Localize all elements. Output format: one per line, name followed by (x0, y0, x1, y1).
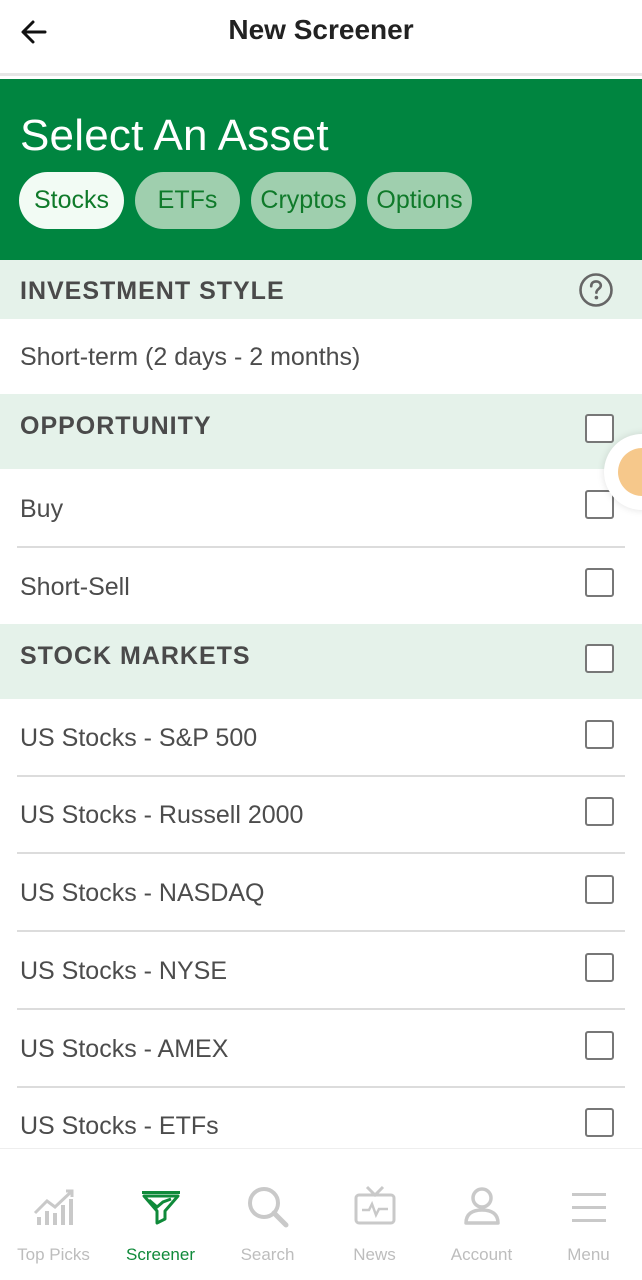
user-icon (463, 1187, 500, 1225)
question-circle-icon[interactable] (578, 272, 614, 308)
list-item[interactable]: US Stocks - Russell 2000 (0, 777, 642, 853)
list-item-label: US Stocks - NASDAQ (20, 879, 265, 907)
top-app-bar: New Screener (0, 0, 642, 76)
asset-selector-title: Select An Asset (20, 111, 329, 160)
nav-top-picks[interactable]: Top Picks (0, 1149, 107, 1280)
screener-funnel-icon (141, 1191, 180, 1225)
amex-checkbox[interactable] (585, 1031, 614, 1060)
list-item[interactable]: US Stocks - AMEX (0, 1010, 642, 1086)
opportunity-header: OPPORTUNITY (0, 394, 642, 469)
list-item-label: US Stocks - Russell 2000 (20, 801, 304, 829)
stock-markets-header: STOCK MARKETS (0, 624, 642, 699)
page-title: New Screener (228, 14, 414, 45)
list-item[interactable]: US Stocks - ETFs (0, 1088, 642, 1148)
nav-label: Top Picks (17, 1245, 90, 1264)
russell2000-checkbox[interactable] (585, 797, 614, 826)
tab-options[interactable]: Options (367, 172, 472, 229)
tab-stocks[interactable]: Stocks (19, 172, 124, 229)
list-item[interactable]: Buy (0, 469, 642, 547)
nav-label: Menu (567, 1245, 610, 1264)
buy-checkbox[interactable] (585, 490, 614, 519)
list-item[interactable]: US Stocks - NASDAQ (0, 854, 642, 931)
search-icon (247, 1187, 288, 1228)
hamburger-menu-icon (571, 1193, 606, 1222)
nav-label: Search (240, 1245, 295, 1264)
nav-label: News (353, 1245, 396, 1264)
coin-icon (618, 448, 642, 496)
list-item[interactable]: Short-Sell (0, 548, 642, 624)
stock-markets-select-all-checkbox[interactable] (585, 644, 614, 673)
investment-style-value: Short-term (2 days - 2 months) (20, 343, 361, 371)
opportunity-select-all-checkbox[interactable] (585, 414, 614, 443)
tab-cryptos[interactable]: Cryptos (251, 172, 356, 229)
nav-label: Screener (126, 1245, 195, 1264)
list-item-label: Short-Sell (20, 573, 130, 601)
section-title: INVESTMENT STYLE (20, 277, 285, 305)
nav-menu[interactable]: Menu (535, 1149, 642, 1280)
nav-news[interactable]: News (321, 1149, 428, 1280)
section-title: STOCK MARKETS (20, 642, 251, 670)
investment-style-header: INVESTMENT STYLE (0, 260, 642, 319)
asset-selector-panel: Select An Asset Stocks ETFs Cryptos Opti… (0, 79, 642, 260)
list-item-label: US Stocks - ETFs (20, 1112, 219, 1140)
tab-etfs[interactable]: ETFs (135, 172, 240, 229)
nyse-checkbox[interactable] (585, 953, 614, 982)
list-item-label: US Stocks - S&P 500 (20, 724, 258, 752)
list-item-label: Buy (20, 495, 64, 523)
nav-account[interactable]: Account (428, 1149, 535, 1280)
list-item[interactable]: US Stocks - S&P 500 (0, 699, 642, 776)
short-sell-checkbox[interactable] (585, 568, 614, 597)
etfs-checkbox[interactable] (585, 1108, 614, 1137)
list-item-label: US Stocks - AMEX (20, 1035, 229, 1063)
nasdaq-checkbox[interactable] (585, 875, 614, 904)
sp500-checkbox[interactable] (585, 720, 614, 749)
list-item[interactable]: US Stocks - NYSE (0, 932, 642, 1008)
investment-style-row[interactable]: Short-term (2 days - 2 months) (0, 319, 642, 394)
nav-screener[interactable]: Screener (107, 1149, 214, 1280)
nav-search[interactable]: Search (214, 1149, 321, 1280)
bar-chart-icon (33, 1189, 73, 1225)
bottom-navigation: Top Picks Screener Search News Account M… (0, 1148, 642, 1280)
tv-news-icon (354, 1185, 395, 1225)
nav-label: Account (450, 1245, 513, 1264)
list-item-label: US Stocks - NYSE (20, 957, 227, 985)
section-title: OPPORTUNITY (20, 412, 212, 440)
